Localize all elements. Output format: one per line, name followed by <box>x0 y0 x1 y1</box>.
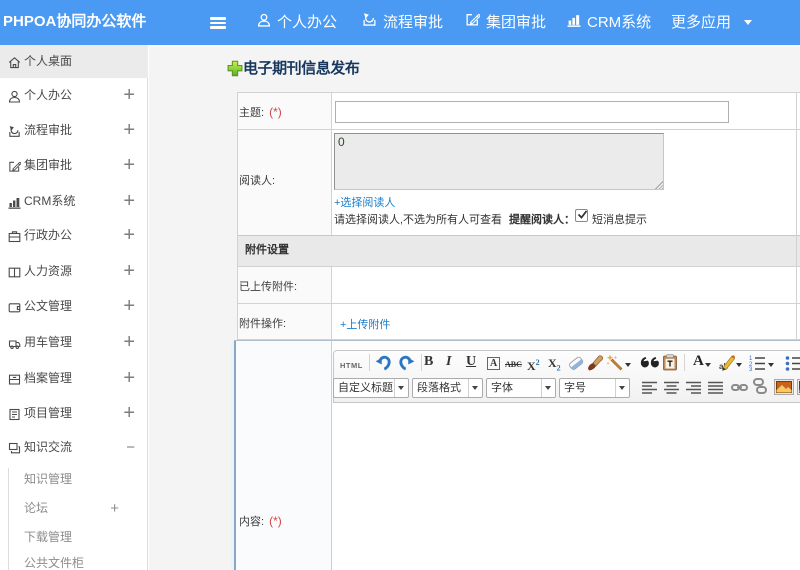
svg-text:3: 3 <box>749 367 753 371</box>
